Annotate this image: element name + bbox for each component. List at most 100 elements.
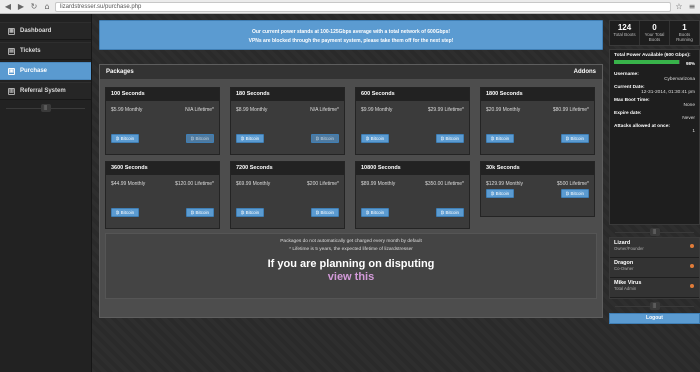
package-card: 10800 Seconds $89.99 Monthly $350.00 Lif… — [355, 161, 470, 229]
package-card: 7200 Seconds $69.99 Monthly $200 Lifetim… — [230, 161, 345, 229]
dispute-link[interactable]: view this — [106, 271, 596, 283]
bitcoin-monthly-button[interactable]: ₿ Bitcoin — [236, 208, 265, 217]
bitcoin-lifetime-button[interactable]: ₿ Bitcoin — [560, 134, 589, 143]
bitcoin-lifetime-button[interactable]: ₿ Bitcoin — [435, 134, 464, 143]
bitcoin-lifetime-button[interactable]: ₿ Bitcoin — [185, 208, 214, 217]
package-name: 180 Seconds — [231, 88, 344, 101]
sidebar-collapse-handle[interactable]: ||| — [0, 103, 91, 113]
packages-panel: Packages Addons 100 Seconds $5.99 Monthl… — [99, 64, 603, 318]
stat-total-boots: 124 Total Boots — [610, 21, 640, 45]
grip-icon: ||| — [40, 104, 51, 112]
lifetime-price: $350.00 Lifetime* — [425, 181, 464, 187]
monthly-price: $44.99 Monthly — [111, 181, 146, 187]
package-name: 30k Seconds — [481, 162, 594, 175]
bitcoin-monthly-button[interactable]: ₿ Bitcoin — [486, 134, 515, 143]
sidebar-item-purchase[interactable]: ▣ Purchase — [0, 62, 91, 80]
sidebar-item-referral[interactable]: ▥ Referral System — [0, 82, 91, 100]
bitcoin-lifetime-button[interactable]: ₿ Bitcoin — [310, 134, 339, 143]
monthly-price: $89.99 Monthly — [361, 181, 396, 187]
stat-label: Total Boots — [613, 32, 636, 37]
home-icon[interactable]: ⌂ — [42, 2, 52, 12]
staff-role: Total Admin — [614, 286, 637, 291]
bitcoin-lifetime-button[interactable]: ₿ Bitcoin — [560, 189, 589, 198]
stat-value: 0 — [652, 23, 657, 32]
bitcoin-lifetime-button[interactable]: ₿ Bitcoin — [435, 208, 464, 217]
stat-label: Your Total Boots — [644, 32, 665, 42]
sidebar-item-label: Tickets — [20, 48, 41, 54]
package-card: 600 Seconds $9.99 Monthly $29.99 Lifetim… — [355, 87, 470, 155]
sidebar: ▦ Dashboard ▤ Tickets ▣ Purchase ▥ Refer… — [0, 14, 92, 372]
list-item[interactable]: Dragon Co-Owner — [610, 258, 699, 278]
bitcoin-monthly-button[interactable]: ₿ Bitcoin — [361, 208, 390, 217]
package-name: 7200 Seconds — [231, 162, 344, 175]
panel-collapse-handle[interactable]: ||| — [609, 301, 700, 311]
package-name: 1800 Seconds — [481, 88, 594, 101]
bitcoin-lifetime-button[interactable]: ₿ Bitcoin — [310, 208, 339, 217]
bitcoin-monthly-button[interactable]: ₿ Bitcoin — [361, 134, 390, 143]
grip-icon: ||| — [649, 302, 660, 310]
power-label: Total Power Available (600 Gbps): — [614, 53, 691, 58]
bitcoin-lifetime-button[interactable]: ₿ Bitcoin — [185, 134, 214, 143]
browser-toolbar: ◀ ▶ ↻ ⌂ lizardstresser.su/purchase.php ☆… — [0, 0, 700, 14]
star-icon[interactable]: ☆ — [674, 2, 684, 12]
sidebar-item-label: Purchase — [20, 68, 48, 74]
billing-note: Packages do not automatically get charge… — [280, 239, 422, 244]
sidebar-item-tickets[interactable]: ▤ Tickets — [0, 42, 91, 60]
packages-header: Packages Addons — [100, 65, 602, 79]
package-name: 100 Seconds — [106, 88, 219, 101]
bitcoin-monthly-button[interactable]: ₿ Bitcoin — [486, 189, 515, 198]
stat-value: 124 — [617, 23, 632, 32]
bitcoin-monthly-button[interactable]: ₿ Bitcoin — [111, 134, 140, 143]
boot-stats: 124 Total Boots 0 Your Total Boots 1 Boo… — [609, 20, 700, 46]
list-item[interactable]: Mike Virus Total Admin — [610, 278, 699, 298]
main-content: Our current power stands at 100-125Gbps … — [99, 20, 603, 318]
max-boot-value: None — [683, 103, 695, 108]
package-card: 30k Seconds $129.99 Monthly $500 Lifetim… — [480, 161, 595, 217]
package-card: 3600 Seconds $44.99 Monthly $120.00 Life… — [105, 161, 220, 229]
attacks-value: 1 — [692, 129, 695, 134]
status-dot-icon — [690, 244, 694, 248]
power-percent: 98% — [685, 61, 695, 66]
lifetime-price: $120.00 Lifetime* — [175, 181, 214, 187]
package-name: 600 Seconds — [356, 88, 469, 101]
power-progress-fill — [614, 60, 679, 64]
addons-link[interactable]: Addons — [574, 69, 596, 75]
notice-line: VPNs are blocked through the payment sys… — [248, 38, 454, 44]
forward-icon[interactable]: ▶ — [16, 2, 26, 12]
lifetime-price: $29.99 Lifetime* — [427, 107, 464, 113]
cart-icon: ▣ — [8, 67, 15, 75]
lifetime-price: N/A Lifetime* — [310, 107, 339, 113]
power-progress-bar — [614, 60, 680, 64]
lifetime-price: N/A Lifetime* — [185, 107, 214, 113]
staff-role: Owner/Founder — [614, 246, 644, 251]
notice-banner: Our current power stands at 100-125Gbps … — [99, 20, 603, 50]
packages-info: Packages do not automatically get charge… — [105, 233, 597, 299]
back-icon[interactable]: ◀ — [3, 2, 13, 12]
reload-icon[interactable]: ↻ — [29, 2, 39, 12]
sidebar-item-label: Dashboard — [20, 28, 52, 34]
dispute-text: If you are planning on disputing — [267, 258, 435, 270]
bitcoin-monthly-button[interactable]: ₿ Bitcoin — [111, 208, 140, 217]
logout-button[interactable]: Logout — [609, 313, 700, 324]
status-dot-icon — [690, 284, 694, 288]
monthly-price: $69.99 Monthly — [236, 181, 271, 187]
menu-icon[interactable]: ≡ — [687, 2, 697, 12]
dashboard-icon: ▦ — [8, 27, 15, 35]
lifetime-price: $500 Lifetime* — [557, 181, 589, 187]
stat-running-boots: 1 Boots Running — [670, 21, 699, 45]
ticket-icon: ▤ — [8, 47, 15, 55]
page: ▦ Dashboard ▤ Tickets ▣ Purchase ▥ Refer… — [0, 14, 700, 372]
monthly-price: $129.99 Monthly — [486, 181, 523, 187]
monthly-price: $9.99 Monthly — [361, 107, 393, 113]
lifetime-note: * Lifetime is 5 years, the expected life… — [289, 247, 413, 252]
package-card: 1800 Seconds $20.99 Monthly $80.99 Lifet… — [480, 87, 595, 155]
address-bar[interactable]: lizardstresser.su/purchase.php — [55, 1, 671, 12]
panel-collapse-handle[interactable]: ||| — [609, 227, 700, 237]
bitcoin-monthly-button[interactable]: ₿ Bitcoin — [236, 134, 265, 143]
package-card: 100 Seconds $5.99 Monthly N/A Lifetime* … — [105, 87, 220, 155]
list-item[interactable]: Lizard Owner/Founder — [610, 238, 699, 258]
referral-icon: ▥ — [8, 87, 15, 95]
monthly-price: $20.99 Monthly — [486, 107, 521, 113]
monthly-price: $5.99 Monthly — [111, 107, 143, 113]
sidebar-item-dashboard[interactable]: ▦ Dashboard — [0, 22, 91, 40]
